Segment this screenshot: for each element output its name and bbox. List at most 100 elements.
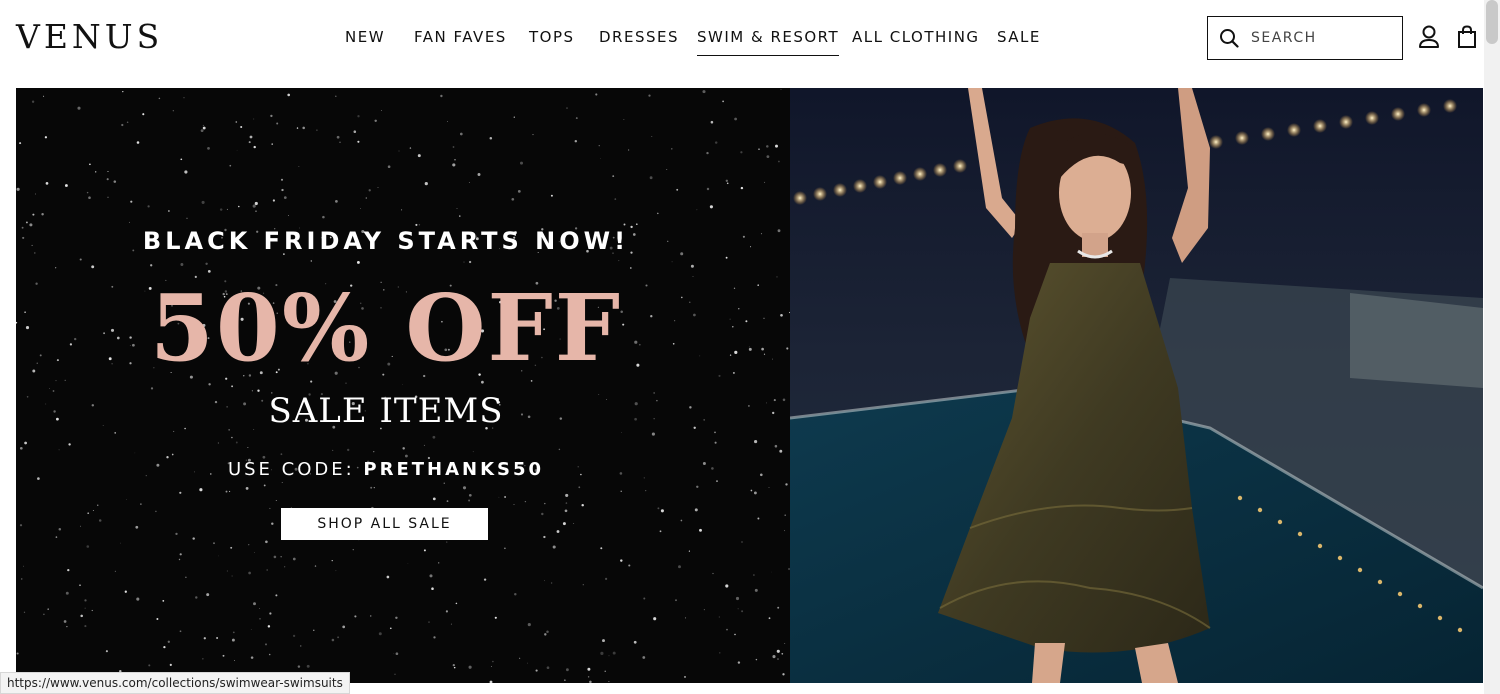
glitter-background [16, 89, 790, 683]
glitter-dot [446, 500, 449, 502]
glitter-dot [763, 353, 766, 355]
glitter-dot [671, 261, 673, 263]
glitter-dot [725, 584, 729, 588]
promo-code-line: USE CODE: PRETHANKS50 [16, 458, 756, 482]
search-icon [1220, 29, 1239, 48]
nav-item-fan-faves[interactable]: FAN FAVES [414, 26, 507, 48]
glitter-dot [248, 141, 251, 144]
glitter-dot [608, 655, 610, 657]
glitter-dot [380, 110, 382, 111]
glitter-dot [337, 636, 340, 639]
glitter-dot [734, 117, 737, 121]
glitter-dot [202, 124, 204, 126]
glitter-dot [126, 121, 129, 124]
nav-item-sale[interactable]: SALE [997, 26, 1041, 48]
glitter-dot [373, 451, 375, 453]
glitter-dot [200, 129, 204, 133]
glitter-dot [766, 155, 770, 158]
glitter-dot [777, 658, 779, 660]
scrollbar-thumb[interactable] [1486, 0, 1498, 44]
glitter-dot [183, 97, 185, 99]
glitter-dot [771, 571, 772, 573]
glitter-dot [167, 640, 170, 643]
glitter-dot [657, 507, 660, 510]
promo-headline: 50% OFF [149, 274, 623, 382]
light-reflection [1357, 567, 1363, 573]
shopping-bag-icon[interactable] [1456, 25, 1478, 49]
glitter-dot [271, 522, 274, 525]
string-light [853, 179, 867, 193]
glitter-dot [156, 618, 159, 620]
glitter-dot [201, 200, 205, 204]
glitter-dot [605, 577, 608, 580]
glitter-dot [253, 602, 256, 606]
page-scrollbar[interactable] [1484, 0, 1500, 694]
glitter-dot [219, 208, 223, 211]
glitter-dot [440, 94, 443, 98]
glitter-dot [423, 549, 426, 552]
glitter-dot [254, 201, 258, 206]
nav-item-new[interactable]: NEW [345, 26, 385, 48]
glitter-dot [432, 435, 436, 439]
glitter-dot [598, 145, 600, 147]
glitter-dot [755, 658, 758, 661]
glitter-dot [702, 90, 706, 94]
glitter-dot [297, 665, 301, 668]
glitter-dot [23, 611, 26, 613]
glitter-dot [651, 136, 653, 138]
glitter-dot [779, 449, 783, 453]
glitter-dot [684, 617, 687, 619]
glitter-dot [202, 126, 206, 130]
glitter-dot [172, 110, 174, 112]
glitter-dot [268, 653, 271, 656]
string-light [933, 163, 947, 177]
glitter-dot [86, 191, 89, 194]
account-icon[interactable] [1418, 25, 1440, 49]
promo-kicker: BLACK FRIDAY STARTS NOW! [142, 227, 630, 255]
string-light [913, 167, 927, 181]
glitter-dot [273, 555, 277, 559]
glitter-dot [192, 537, 195, 540]
glitter-dot [402, 447, 405, 450]
nav-item-all-clothing[interactable]: ALL CLOTHING [852, 26, 980, 48]
nav-item-tops[interactable]: TOPS [529, 26, 575, 48]
search-input[interactable]: SEARCH [1207, 16, 1403, 60]
glitter-dot [163, 645, 166, 649]
hero-model-photo[interactable] [790, 88, 1483, 683]
string-light [1313, 119, 1327, 133]
glitter-dot [314, 565, 317, 567]
site-logo[interactable]: VENUS [16, 18, 163, 56]
glitter-dot [55, 536, 58, 538]
glitter-dot [77, 106, 81, 110]
glitter-dot [489, 680, 493, 683]
glitter-dot [722, 100, 724, 103]
glitter-dot [604, 670, 606, 672]
glitter-dot [353, 130, 357, 133]
hero-banner[interactable]: BLACK FRIDAY STARTS NOW! 50% OFF SALE IT… [16, 88, 1483, 683]
glitter-dot [107, 170, 109, 173]
glitter-dot [660, 509, 664, 513]
nav-item-dresses[interactable]: DRESSES [599, 26, 679, 48]
glitter-dot [19, 446, 23, 450]
glitter-dot [558, 448, 561, 451]
promo-panel: BLACK FRIDAY STARTS NOW! 50% OFF SALE IT… [16, 88, 790, 683]
glitter-dot [407, 563, 409, 565]
nav-item-swim-resort[interactable]: SWIM & RESORT [697, 26, 840, 56]
glitter-dot [719, 652, 721, 654]
glitter-dot [34, 193, 36, 195]
glitter-dot [32, 213, 35, 216]
shop-all-sale-button[interactable]: SHOP ALL SALE [281, 508, 488, 540]
glitter-dot [231, 638, 235, 642]
glitter-dot [252, 204, 256, 208]
glitter-dot [645, 490, 647, 492]
glitter-dot [556, 530, 560, 533]
light-reflection [1417, 603, 1423, 609]
glitter-dot [774, 444, 778, 448]
glitter-dot [445, 610, 448, 613]
glitter-dot [222, 654, 225, 657]
glitter-dot [764, 181, 766, 183]
glitter-dot [225, 490, 228, 493]
glitter-dot [676, 188, 679, 191]
glitter-dot [292, 557, 296, 561]
glitter-dot [231, 385, 234, 388]
